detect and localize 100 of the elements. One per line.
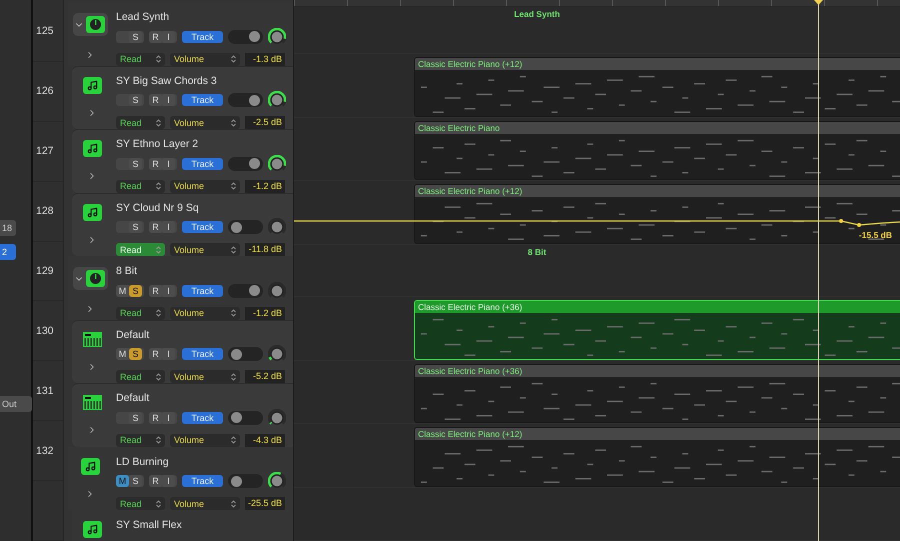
automation-value: -15.5 dB xyxy=(858,230,892,240)
value-readout: -25.5 dB xyxy=(245,497,285,510)
solo-button[interactable]: S xyxy=(129,30,142,42)
track-button[interactable]: Track xyxy=(182,348,223,360)
track-toggle[interactable] xyxy=(228,347,263,361)
keyboard-icon xyxy=(82,330,102,348)
record-button[interactable]: R xyxy=(149,348,162,360)
parameter-dropdown[interactable]: Volume xyxy=(170,497,240,510)
record-button[interactable]: R xyxy=(149,221,162,233)
track-name: SY Small Flex xyxy=(116,519,183,533)
playhead[interactable] xyxy=(814,0,823,541)
input-monitor-button[interactable]: I xyxy=(162,475,175,487)
midi-region[interactable]: Classic Electric Piano (+36) xyxy=(414,364,900,424)
region-name: Classic Electric Piano xyxy=(415,122,900,134)
stepper-icon xyxy=(156,372,161,380)
track-toggle[interactable] xyxy=(228,156,263,170)
mute-button[interactable]: M xyxy=(116,475,129,487)
folder-toggle[interactable] xyxy=(72,267,108,290)
track-number: 129 xyxy=(36,265,54,277)
track-number: 132 xyxy=(36,444,54,457)
music-note-icon xyxy=(82,521,102,538)
inspector-field[interactable]: Out xyxy=(0,396,32,412)
midi-region[interactable]: Classic Electric Piano (+12) xyxy=(414,427,900,487)
track-button[interactable]: Track xyxy=(182,30,223,42)
track-toggle[interactable] xyxy=(228,284,263,298)
stepper-icon xyxy=(231,436,236,444)
track-toggle[interactable] xyxy=(228,220,263,234)
track-name: SY Cloud Nr 9 Sq xyxy=(116,202,200,214)
parameter-dropdown[interactable]: Volume xyxy=(170,52,240,66)
stepper-icon xyxy=(231,246,236,254)
automation-mode-dropdown[interactable]: Read xyxy=(116,52,165,66)
pan-knob[interactable] xyxy=(268,472,286,490)
music-note-icon xyxy=(82,76,102,94)
parameter-dropdown[interactable]: Volume xyxy=(170,434,240,446)
pan-knob[interactable] xyxy=(268,218,286,236)
midi-region[interactable]: Classic Electric Piano (+12) xyxy=(414,57,900,117)
solo-button[interactable]: S xyxy=(129,221,142,233)
solo-button[interactable]: S xyxy=(129,284,142,296)
track-button[interactable]: Track xyxy=(182,221,223,233)
track-number: 125 xyxy=(36,25,54,38)
solo-button[interactable]: S xyxy=(129,158,142,170)
track-button[interactable]: Track xyxy=(182,475,223,487)
track-toggle[interactable] xyxy=(228,410,263,424)
track-toggle[interactable] xyxy=(228,30,263,44)
automation-mode-dropdown[interactable]: Read xyxy=(116,370,165,383)
input-monitor-button[interactable]: I xyxy=(162,158,175,170)
stepper-icon xyxy=(231,182,236,190)
parameter-dropdown[interactable]: Volume xyxy=(170,116,240,129)
automation-mode-dropdown[interactable]: Read xyxy=(116,434,165,446)
input-monitor-button[interactable]: I xyxy=(162,221,175,233)
inspector-field[interactable]: 2 xyxy=(0,244,16,260)
record-button[interactable]: R xyxy=(149,412,162,424)
automation-mode-dropdown[interactable]: Read xyxy=(116,497,165,510)
automation-mode-dropdown[interactable]: Read xyxy=(116,116,165,129)
solo-button[interactable]: S xyxy=(129,348,142,360)
value-readout: -1.3 dB xyxy=(245,52,285,66)
mute-button[interactable]: M xyxy=(116,284,129,296)
pan-knob[interactable] xyxy=(268,408,286,426)
parameter-dropdown[interactable]: Volume xyxy=(170,306,240,320)
music-note-icon xyxy=(80,458,100,474)
value-readout: -1.2 dB xyxy=(245,180,285,192)
midi-region[interactable]: Classic Electric Piano xyxy=(414,120,900,180)
track-toggle[interactable] xyxy=(228,474,263,488)
midi-region[interactable]: Classic Electric Piano (+36) xyxy=(414,300,900,360)
automation-mode-dropdown[interactable]: Read xyxy=(116,306,165,320)
record-button[interactable]: R xyxy=(149,158,162,170)
folder-toggle[interactable] xyxy=(72,13,108,36)
record-button[interactable]: R xyxy=(149,30,162,42)
solo-button[interactable]: S xyxy=(129,475,142,487)
summing-stack-icon xyxy=(86,16,104,33)
track-button[interactable]: Track xyxy=(182,94,223,106)
parameter-dropdown[interactable]: Volume xyxy=(170,370,240,383)
track-button[interactable]: Track xyxy=(182,284,223,296)
folder-label: 8 Bit xyxy=(528,246,546,257)
music-note-icon xyxy=(82,140,102,157)
input-monitor-button[interactable]: I xyxy=(162,284,175,296)
input-monitor-button[interactable]: I xyxy=(162,94,175,106)
parameter-dropdown[interactable]: Volume xyxy=(170,180,240,192)
track-button[interactable]: Track xyxy=(182,158,223,170)
track-toggle[interactable] xyxy=(228,93,263,107)
solo-button[interactable]: S xyxy=(129,94,142,106)
track-button[interactable]: Track xyxy=(182,412,223,424)
inspector-field[interactable]: 18 xyxy=(0,220,16,236)
record-button[interactable]: R xyxy=(149,284,162,296)
parameter-dropdown[interactable]: Volume xyxy=(170,243,240,256)
automation-mode-dropdown[interactable]: Read xyxy=(116,243,165,256)
stepper-icon xyxy=(156,309,161,317)
input-monitor-button[interactable]: I xyxy=(162,348,175,360)
mute-button[interactable]: M xyxy=(116,348,129,360)
pan-knob[interactable] xyxy=(268,345,286,363)
input-monitor-button[interactable]: I xyxy=(162,412,175,424)
record-button[interactable]: R xyxy=(149,94,162,106)
solo-button[interactable]: S xyxy=(129,412,142,424)
automation-mode-dropdown[interactable]: Read xyxy=(116,180,165,192)
value-readout: -5.2 dB xyxy=(245,370,285,383)
region-name: Classic Electric Piano (+36) xyxy=(415,301,900,314)
pan-knob[interactable] xyxy=(268,282,286,300)
input-monitor-button[interactable]: I xyxy=(162,30,175,42)
region-name: Classic Electric Piano (+12) xyxy=(415,185,900,198)
record-button[interactable]: R xyxy=(149,475,162,487)
